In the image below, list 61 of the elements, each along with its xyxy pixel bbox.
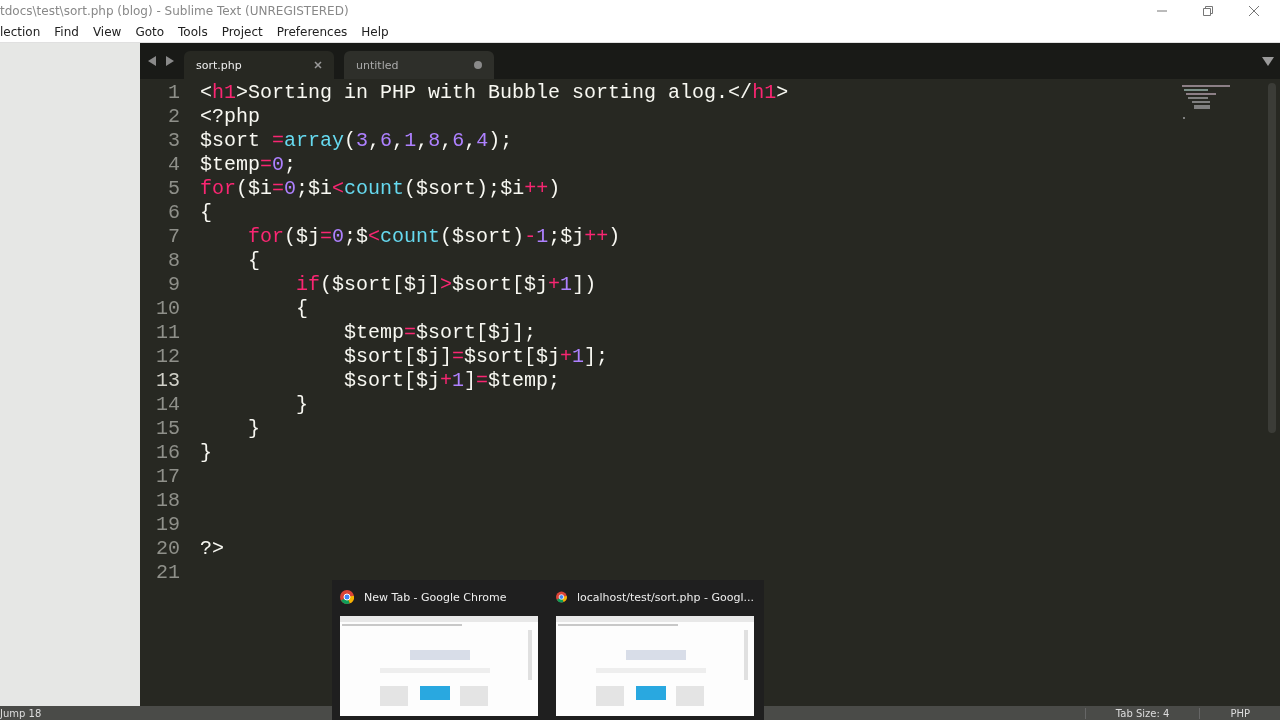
menu-item[interactable]: View	[92, 25, 122, 39]
menu-item[interactable]: Tools	[178, 25, 208, 39]
editor-tab[interactable]: sort.php	[184, 51, 334, 79]
code-line: }	[247, 416, 260, 440]
line-number: 4	[167, 152, 180, 176]
line-number: 10	[155, 296, 180, 320]
code-line: }	[200, 440, 212, 464]
line-number: 3	[167, 128, 180, 152]
code-line: $sort[$j+1]=$temp;	[343, 368, 561, 392]
code-line: <?php	[200, 104, 260, 128]
line-number: 20	[155, 536, 180, 560]
code-line: ?>	[200, 536, 224, 560]
line-number: 8	[167, 248, 180, 272]
line-number: 15	[155, 416, 180, 440]
window-preview-title[interactable]: localhost/test/sort.php - Googl...	[576, 590, 754, 604]
code-line: }	[295, 392, 309, 416]
line-number: 6	[167, 200, 180, 224]
code-line: $temp=0;	[200, 152, 297, 176]
code-line: {	[200, 200, 212, 224]
browser-icon	[340, 590, 354, 604]
line-number: 14	[155, 392, 180, 416]
code-line: <h1>Sorting in PHP with Bubble sorting alog.</h1>	[200, 80, 789, 104]
menu-item[interactable]: Find	[54, 25, 79, 39]
code-line: $sort =array(3,6,1,8,6,4);	[200, 128, 513, 152]
line-number: 7	[167, 224, 180, 248]
window-preview-title[interactable]: New Tab - Google Chrome	[364, 590, 507, 604]
tab-nav-arrows-icon[interactable]	[148, 56, 174, 66]
restore-icon[interactable]	[1202, 5, 1214, 17]
syntax-indicator[interactable]: PHP	[1199, 707, 1280, 719]
tab-size-indicator[interactable]: Tab Size: 4	[1084, 707, 1200, 719]
code-line: {	[295, 296, 309, 320]
menu-item[interactable]: Help	[361, 25, 389, 39]
line-number: 16	[155, 440, 180, 464]
code-line: $sort[$j]=$sort[$j+1];	[343, 344, 609, 368]
line-number: 21	[155, 560, 180, 584]
code-line: {	[247, 248, 260, 272]
line-number: 11	[155, 320, 180, 344]
code-line: if($sort[$j]>$sort[$j+1])	[295, 272, 597, 296]
close-icon[interactable]	[1248, 5, 1260, 17]
code-line: for($j=0;$<count($sort)-1;$j++)	[247, 224, 621, 248]
line-number: 13	[155, 368, 180, 392]
line-number: 12	[155, 344, 180, 368]
line-number: 5	[167, 176, 180, 200]
menu-item[interactable]: lection	[0, 25, 41, 39]
editor-tab[interactable]: untitled	[344, 51, 494, 79]
line-number: 18	[155, 488, 180, 512]
code-line: for($i=0;$i<count($sort);$i++)	[200, 176, 561, 200]
code-line: $temp=$sort[$j];	[343, 320, 537, 344]
browser-icon	[556, 590, 567, 604]
line-number: 2	[167, 104, 180, 128]
line-number: 17	[155, 464, 180, 488]
line-number: 9	[167, 272, 180, 296]
menu-item[interactable]: Project	[221, 25, 263, 39]
line-number: 1	[167, 80, 180, 104]
window-title: tdocs\test\sort.php (blog) - Sublime Text (UNREGISTERED)	[0, 4, 350, 18]
line-number: 19	[155, 512, 180, 536]
menu-item[interactable]: Goto	[135, 25, 165, 39]
status-text: Jump 18	[0, 707, 42, 719]
menu-item[interactable]: Preferences	[276, 25, 348, 39]
close-icon[interactable]	[314, 61, 322, 69]
dropdown-icon[interactable]	[1262, 56, 1274, 66]
